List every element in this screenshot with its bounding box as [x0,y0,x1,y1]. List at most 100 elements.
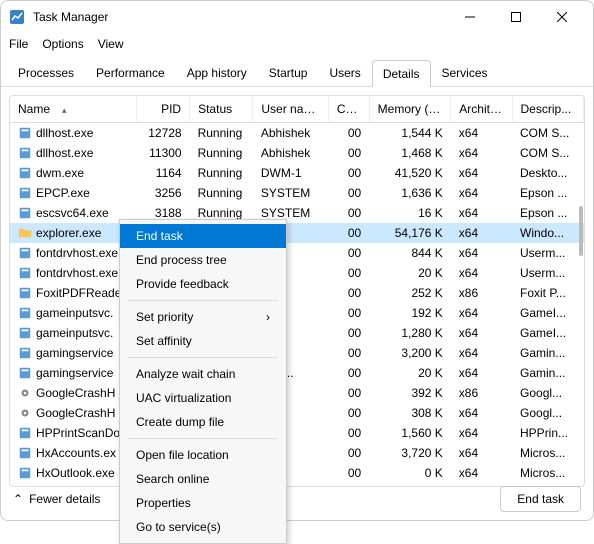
cell-mem: 1,280 K [369,323,451,343]
cell-arch: x64 [451,243,512,263]
cell-desc: GameI... [512,303,583,323]
ctx-props[interactable]: Properties [120,491,286,515]
window-title: Task Manager [33,10,447,24]
maximize-button[interactable] [493,1,539,33]
chevron-right-icon: › [266,310,270,324]
table-row[interactable]: FoxitPDFReadeM00252 Kx86Foxit P... [10,283,584,303]
table-row[interactable]: GoogleCrashHM00308 Kx64Googl... [10,403,584,423]
fewer-details-toggle[interactable]: ⌃ Fewer details [13,492,100,506]
cell-cpu: 00 [328,443,369,463]
process-name: GoogleCrashH [36,386,115,400]
process-name: fontdrvhost.exe [36,246,118,260]
col-user[interactable]: User name [253,96,329,123]
tab-bar: Processes Performance App history Startu… [1,55,593,87]
minimize-button[interactable] [447,1,493,33]
scrollbar-thumb[interactable] [579,206,583,256]
cell-arch: x64 [451,183,512,203]
cell-desc: Userm... [512,243,583,263]
menu-view[interactable]: View [98,37,124,51]
table-row[interactable]: dllhost.exe11300RunningAbhishek001,468 K… [10,143,584,163]
col-status[interactable]: Status [190,96,253,123]
tab-processes[interactable]: Processes [7,59,85,86]
cell-cpu: 00 [328,143,369,163]
cell-arch: x86 [451,283,512,303]
process-name: HxAccounts.ex [36,446,116,460]
table-row[interactable]: fontdrvhost.exe-100844 Kx64Userm... [10,243,584,263]
ctx-feedback[interactable]: Provide feedback [120,272,286,296]
menu-options[interactable]: Options [42,37,83,51]
close-button[interactable] [539,1,585,33]
table-row[interactable]: explorer.exehek0054,176 Kx64Windo... [10,223,584,243]
ctx-end-tree[interactable]: End process tree [120,248,286,272]
cell-arch: x64 [451,123,512,144]
ctx-analyze[interactable]: Analyze wait chain [120,362,286,386]
cell-desc: Epson ... [512,203,583,223]
table-row[interactable]: gameinputsvc.M00192 Kx64GameI... [10,303,584,323]
table-row[interactable]: gamingservice. SE...0020 Kx64Gamin... [10,363,584,383]
ctx-goto[interactable]: Go to service(s) [120,515,286,539]
cell-status: Running [190,123,253,144]
menu-file[interactable]: File [9,37,28,51]
ctx-end-task[interactable]: End task [120,224,286,248]
table-row[interactable]: dllhost.exe12728RunningAbhishek001,544 K… [10,123,584,144]
cell-desc: Epson ... [512,183,583,203]
cell-pid: 1164 [137,163,190,183]
title-bar: Task Manager [1,1,593,33]
tab-users[interactable]: Users [318,59,371,86]
col-cpu[interactable]: CPU [328,96,369,123]
col-name[interactable]: Name▴ [10,96,137,123]
table-row[interactable]: dwm.exe1164RunningDWM-10041,520 Kx64Desk… [10,163,584,183]
cell-status: Running [190,163,253,183]
process-icon [18,426,32,440]
process-icon [18,166,32,180]
tab-details[interactable]: Details [372,60,431,87]
cell-arch: x64 [451,403,512,423]
cell-desc: COM S... [512,143,583,163]
table-row[interactable]: EPCP.exe3256RunningSYSTEM001,636 Kx64Eps… [10,183,584,203]
tab-services[interactable]: Services [431,59,499,86]
process-name: escsvc64.exe [36,206,109,220]
cell-cpu: 00 [328,263,369,283]
table-row[interactable]: HxAccounts.exhek003,720 Kx64Micros... [10,443,584,463]
table-row[interactable]: HPPrintScanDoM001,560 Kx64HPPrin... [10,423,584,443]
process-name: gameinputsvc. [36,306,113,320]
ctx-separator [128,438,278,439]
col-pid[interactable]: PID [137,96,190,123]
cell-mem: 41,520 K [369,163,451,183]
app-icon [9,9,25,25]
tab-startup[interactable]: Startup [258,59,319,86]
table-row[interactable]: fontdrvhost.exe-20020 Kx64Userm... [10,263,584,283]
cell-cpu: 00 [328,243,369,263]
table-row[interactable]: GoogleCrashHM00392 Kx86Googl... [10,383,584,403]
end-task-button[interactable]: End task [500,486,581,512]
process-name: gamingservice [36,346,113,360]
cell-cpu: 00 [328,123,369,144]
table-row[interactable]: escsvc64.exe3188RunningSYSTEM0016 Kx64Ep… [10,203,584,223]
context-menu: End task End process tree Provide feedba… [119,219,287,544]
cell-cpu: 00 [328,283,369,303]
col-arch[interactable]: Archite... [451,96,512,123]
cell-mem: 252 K [369,283,451,303]
process-table: Name▴ PID Status User name CPU Memory (a… [10,96,584,487]
ctx-dump[interactable]: Create dump file [120,410,286,434]
ctx-affinity[interactable]: Set affinity [120,329,286,353]
cell-arch: x64 [451,343,512,363]
tab-apphistory[interactable]: App history [176,59,258,86]
col-desc[interactable]: Descrip... [512,96,583,123]
ctx-uac[interactable]: UAC virtualization [120,386,286,410]
ctx-openloc[interactable]: Open file location [120,443,286,467]
table-row[interactable]: gamingserviceM003,200 Kx64Gamin... [10,343,584,363]
tab-performance[interactable]: Performance [85,59,176,86]
process-icon [18,406,32,420]
process-icon [18,286,32,300]
process-icon [18,186,32,200]
menu-bar: File Options View [1,33,593,55]
table-row[interactable]: gameinputsvc.M001,280 Kx64GameI... [10,323,584,343]
ctx-search[interactable]: Search online [120,467,286,491]
process-name: explorer.exe [36,226,101,240]
cell-desc: Micros... [512,443,583,463]
col-memory[interactable]: Memory (a... [369,96,451,123]
process-name: gamingservice [36,366,113,380]
cell-desc: COM S... [512,123,583,144]
ctx-priority[interactable]: Set priority› [120,305,286,329]
